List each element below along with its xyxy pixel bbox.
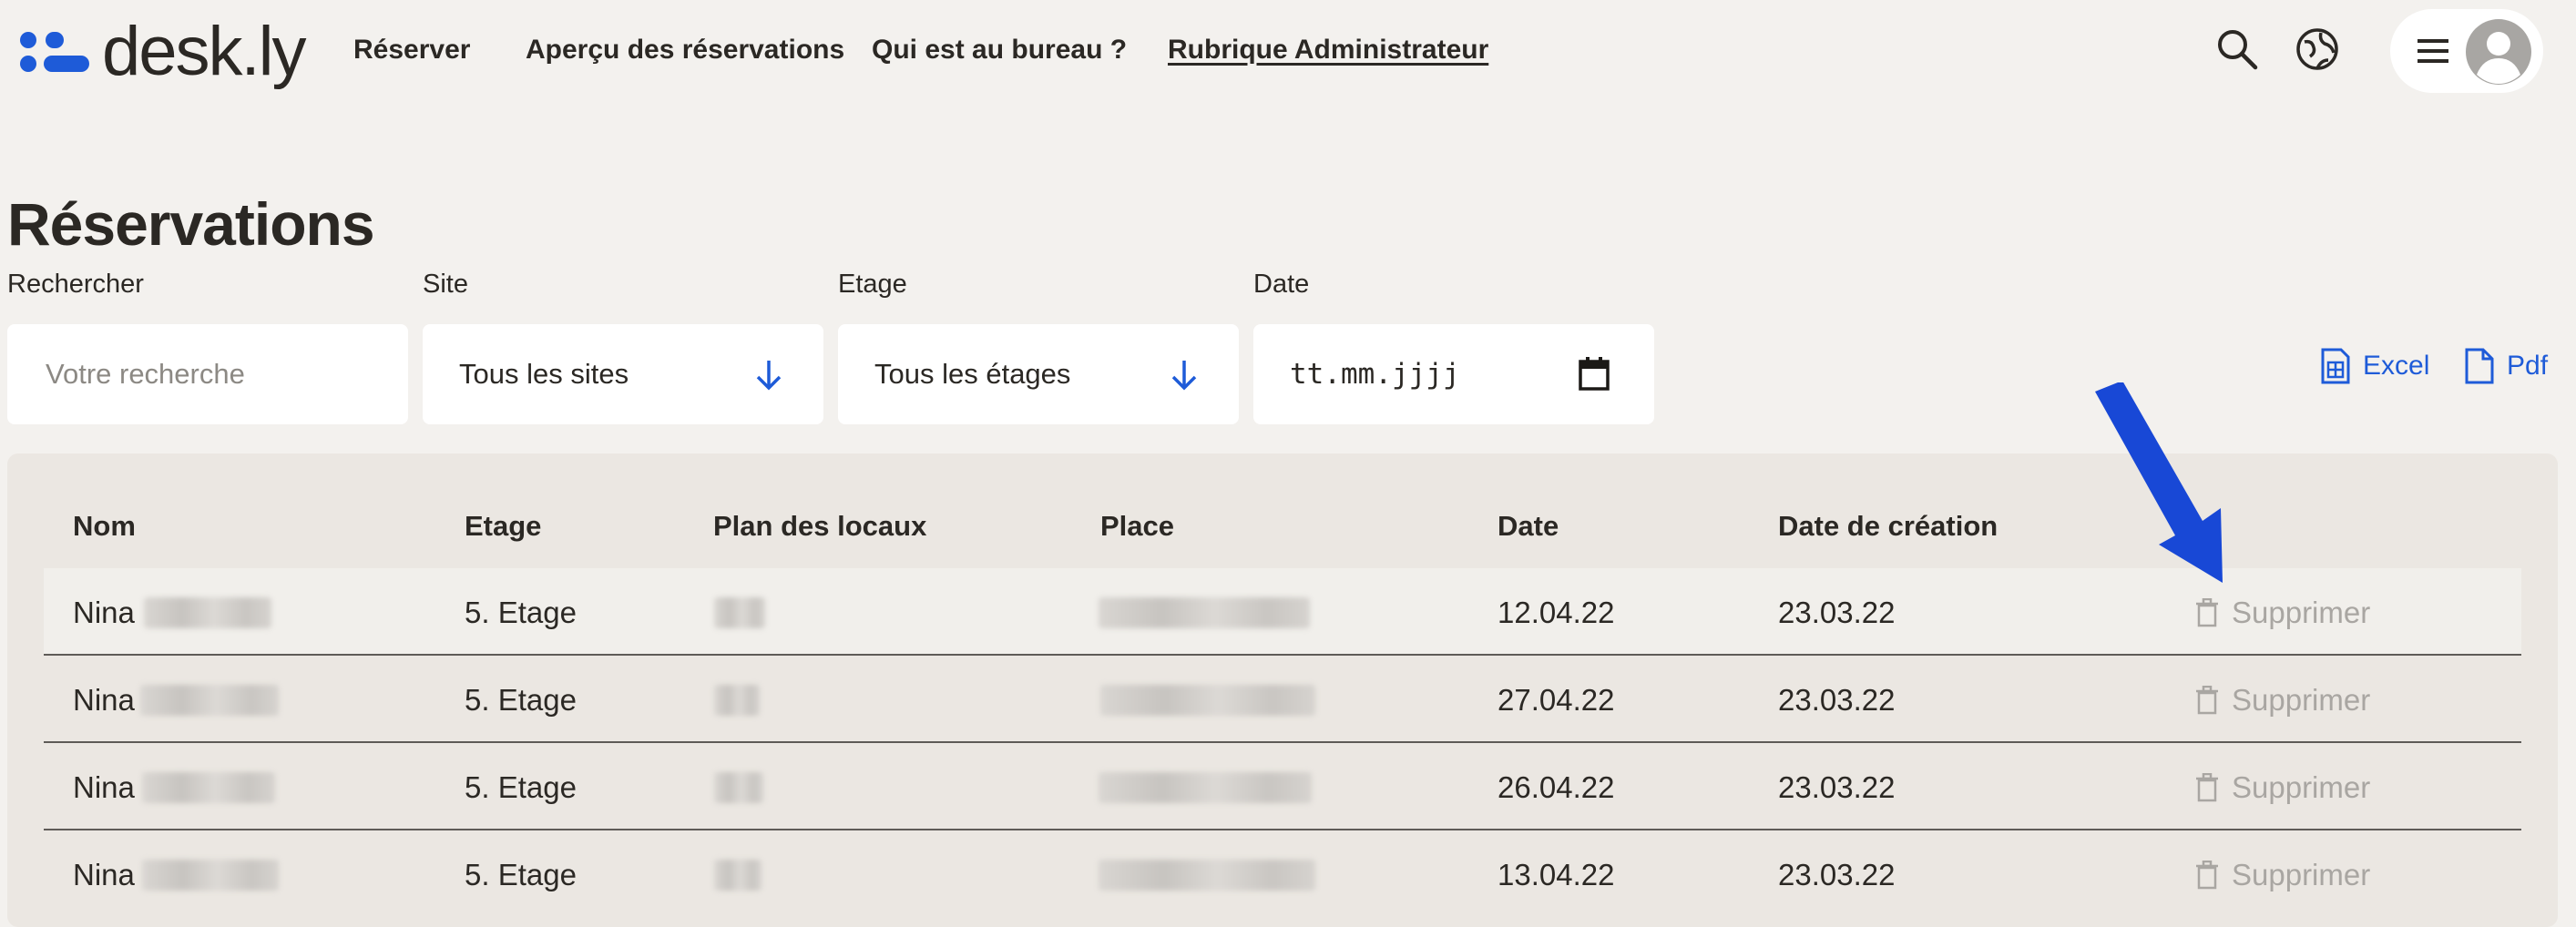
column-header-plan[interactable]: Plan des locaux [713,510,926,543]
site-select-value: Tous les sites [459,358,629,390]
arrow-down-icon [756,361,782,391]
redacted-plan [714,597,765,628]
row-date: 26.04.22 [1498,770,1615,804]
date-label: Date [1253,270,1310,299]
brand-name: desk.ly [102,13,307,90]
delete-label: Supprimer [2232,596,2371,629]
top-header: desk.ly Réserver Aperçu des réservations… [0,0,2576,102]
row-created: 23.03.22 [1778,770,1896,804]
document-icon [2465,348,2494,384]
row-name: Nina [73,770,135,804]
trash-icon [2196,598,2218,627]
date-field[interactable]: tt.mm.jjjj [1253,324,1654,424]
nav-item-qui-est-au-bureau[interactable]: Qui est au bureau ? [872,35,1127,66]
redacted-plan [714,685,760,716]
row-floor: 5. Etage [465,683,577,717]
logo-mark-icon [20,32,89,72]
search-icon[interactable] [2213,25,2261,73]
delete-button[interactable]: Supprimer [2195,683,2370,718]
export-pdf-label: Pdf [2507,351,2549,381]
redacted-plan [714,860,762,891]
delete-label: Supprimer [2232,858,2371,891]
row-date: 12.04.22 [1498,596,1615,629]
column-header-place[interactable]: Place [1100,510,1174,543]
redacted-place [1099,772,1312,803]
spreadsheet-icon [2321,348,2350,384]
redacted-place [1099,860,1315,891]
row-date: 27.04.22 [1498,683,1615,717]
redacted-place [1100,685,1315,716]
redacted-place [1099,597,1310,628]
row-date: 13.04.22 [1498,858,1615,891]
floor-select[interactable]: Tous les étages [838,324,1239,424]
site-select[interactable]: Tous les sites [423,324,823,424]
column-header-etage[interactable]: Etage [465,510,541,543]
trash-icon [2196,773,2218,802]
column-header-date-creation[interactable]: Date de création [1778,510,1998,543]
row-created: 23.03.22 [1778,596,1896,629]
trash-icon [2196,861,2218,890]
redacted-surname [142,772,275,803]
delete-label: Supprimer [2232,683,2371,717]
row-name: Nina [73,596,135,629]
delete-button[interactable]: Supprimer [2195,858,2370,892]
row-floor: 5. Etage [465,858,577,891]
table-row: Nina 5. Etage 13.04.22 23.03.22 Supprime… [44,830,2521,918]
row-floor: 5. Etage [465,596,577,629]
brand-logo[interactable]: desk.ly [20,11,307,93]
redacted-plan [714,772,763,803]
delete-label: Supprimer [2232,770,2371,804]
trash-icon [2196,686,2218,715]
redacted-surname [140,685,279,716]
table-row: Nina 5. Etage 26.04.22 23.03.22 Supprime… [44,743,2521,830]
search-label: Rechercher [7,270,144,299]
menu-icon [2418,39,2448,63]
globe-icon[interactable] [2294,25,2341,73]
search-field[interactable] [7,324,408,424]
floor-select-value: Tous les étages [874,358,1071,390]
column-header-nom[interactable]: Nom [73,510,136,543]
column-header-date[interactable]: Date [1498,510,1559,543]
redacted-surname [142,860,279,891]
export-excel-label: Excel [2363,351,2430,381]
user-menu-button[interactable] [2390,9,2543,93]
redacted-surname [144,597,271,628]
avatar-icon [2466,19,2531,85]
row-created: 23.03.22 [1778,858,1896,891]
arrow-down-icon [1171,361,1197,391]
nav-item-reserver[interactable]: Réserver [353,35,470,66]
search-input[interactable] [44,357,357,392]
row-name: Nina [73,858,135,891]
table-row: Nina 5. Etage 27.04.22 23.03.22 Supprime… [44,656,2521,743]
nav-item-rubrique-administrateur[interactable]: Rubrique Administrateur [1168,35,1488,66]
export-excel-button[interactable]: Excel [2321,348,2429,384]
export-pdf-button[interactable]: Pdf [2465,348,2548,384]
delete-button[interactable]: Supprimer [2195,770,2370,805]
page-title: Réservations [7,190,375,258]
date-field-value: tt.mm.jjjj [1290,358,1460,391]
row-name: Nina [73,683,135,717]
floor-label: Etage [838,270,907,299]
callout-arrow-icon [2095,382,2223,583]
nav-item-apercu-reservations[interactable]: Aperçu des réservations [526,35,844,66]
calendar-icon[interactable] [1578,355,1610,392]
row-created: 23.03.22 [1778,683,1896,717]
row-floor: 5. Etage [465,770,577,804]
site-label: Site [423,270,468,299]
